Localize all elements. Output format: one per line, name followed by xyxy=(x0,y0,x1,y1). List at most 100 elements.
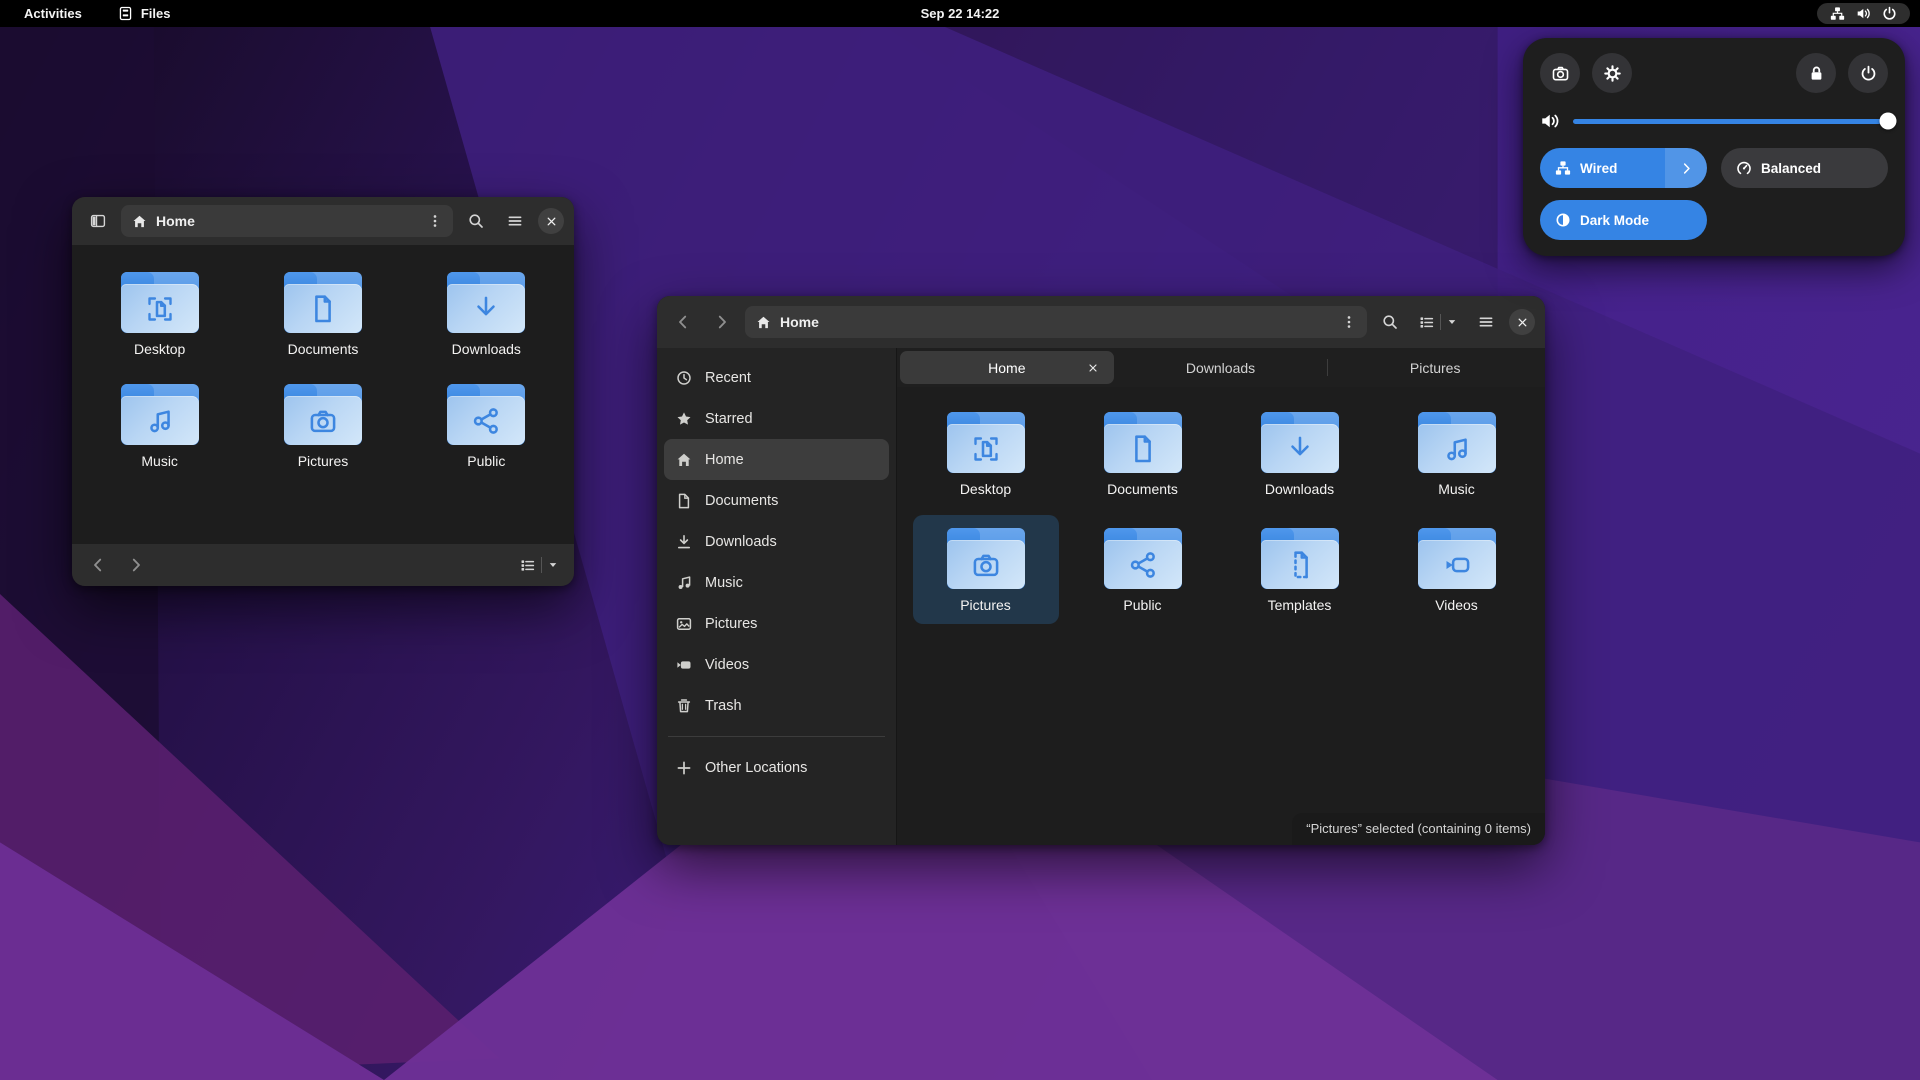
power-button[interactable] xyxy=(1848,53,1888,93)
sidebar-item-pictures[interactable]: Pictures xyxy=(664,603,889,644)
folder-item-music[interactable]: Music xyxy=(1384,399,1530,507)
documents-emblem-icon xyxy=(1125,431,1161,467)
sidebar-toggle-icon xyxy=(90,213,106,229)
sidebar-item-videos[interactable]: Videos xyxy=(664,644,889,685)
sidebar-item-home[interactable]: Home xyxy=(664,439,889,480)
back-button[interactable] xyxy=(82,549,114,581)
desktop-emblem-icon xyxy=(142,291,178,327)
music-emblem-icon xyxy=(1439,431,1475,467)
tab-home[interactable]: Home xyxy=(900,351,1114,384)
balanced-toggle[interactable]: Balanced xyxy=(1721,148,1888,188)
folder-item-documents[interactable]: Documents xyxy=(1070,399,1216,507)
folder-icon xyxy=(1260,528,1339,590)
folder-name: Music xyxy=(1438,481,1475,497)
large-close-button[interactable] xyxy=(1509,309,1535,335)
volume-knob[interactable] xyxy=(1879,112,1897,130)
pictures-emblem-icon xyxy=(968,547,1004,583)
folder-item-templates[interactable]: Templates xyxy=(1227,515,1373,623)
folder-item-desktop[interactable]: Desktop xyxy=(87,259,233,367)
chevron-left-icon xyxy=(675,314,691,330)
activities-button[interactable]: Activities xyxy=(10,4,96,23)
public-emblem-icon xyxy=(468,403,504,439)
expand-arrow[interactable] xyxy=(1665,148,1707,188)
app-menu-label: Files xyxy=(140,6,171,21)
settings-button[interactable] xyxy=(1592,53,1632,93)
music-note-icon xyxy=(676,575,692,591)
sidebar-item-trash[interactable]: Trash xyxy=(664,685,889,726)
network-icon xyxy=(1555,160,1571,176)
sidebar-toggle-button[interactable] xyxy=(82,205,114,237)
folder-item-pictures[interactable]: Pictures xyxy=(250,371,396,479)
large-window-titlebar[interactable]: Home xyxy=(657,296,1545,348)
forward-button[interactable] xyxy=(706,306,738,338)
sidebar-item-starred[interactable]: Starred xyxy=(664,398,889,439)
folder-item-music[interactable]: Music xyxy=(87,371,233,479)
screenshot-button[interactable] xyxy=(1540,53,1580,93)
recent-icon xyxy=(676,370,692,386)
power-icon xyxy=(1882,6,1897,21)
tab-close-button[interactable] xyxy=(1084,359,1102,377)
hamburger-icon xyxy=(1478,314,1494,330)
tab-bar: Home Downloads Pictures xyxy=(897,348,1545,387)
chevron-right-icon xyxy=(128,557,144,573)
kebab-menu-icon[interactable] xyxy=(428,214,442,228)
lock-button[interactable] xyxy=(1796,53,1836,93)
folder-item-pictures[interactable]: Pictures xyxy=(912,515,1059,624)
folder-icon xyxy=(1103,412,1182,473)
tab-pictures[interactable]: Pictures xyxy=(1328,351,1542,384)
quick-settings-panel: Wired Balanced Dark Mode xyxy=(1523,38,1905,256)
close-icon xyxy=(546,216,557,227)
folder-name: Desktop xyxy=(133,341,186,357)
close-icon xyxy=(1517,317,1528,328)
search-icon xyxy=(468,213,484,229)
kebab-menu-icon[interactable] xyxy=(1342,315,1356,329)
tab-downloads[interactable]: Downloads xyxy=(1114,351,1328,384)
folder-icon xyxy=(120,384,199,446)
wired-toggle[interactable]: Wired xyxy=(1540,148,1707,188)
dark-mode-toggle[interactable]: Dark Mode xyxy=(1540,200,1707,240)
folder-name: Downloads xyxy=(1264,481,1335,497)
sidebar-item-downloads[interactable]: Downloads xyxy=(664,521,889,562)
small-path-label: Home xyxy=(156,213,195,229)
large-path-bar[interactable]: Home xyxy=(745,306,1367,338)
folder-item-downloads[interactable]: Downloads xyxy=(413,259,559,367)
sidebar-separator xyxy=(668,736,885,737)
volume-track xyxy=(1573,118,1888,124)
small-main-menu-button[interactable] xyxy=(499,205,531,237)
folder-icon xyxy=(283,384,362,446)
large-main-menu-button[interactable] xyxy=(1470,306,1502,338)
folder-icon xyxy=(283,272,362,333)
list-view-icon xyxy=(520,558,535,573)
back-button[interactable] xyxy=(667,306,699,338)
large-search-button[interactable] xyxy=(1374,306,1406,338)
folder-item-public[interactable]: Public xyxy=(413,371,559,479)
close-icon xyxy=(1088,363,1098,373)
small-view-toggle-button[interactable] xyxy=(514,549,564,581)
sidebar-item-music[interactable]: Music xyxy=(664,562,889,603)
sidebar-item-recent[interactable]: Recent xyxy=(664,357,889,398)
folder-icon xyxy=(447,272,526,333)
speedometer-icon xyxy=(1736,160,1752,176)
folder-item-downloads[interactable]: Downloads xyxy=(1227,399,1373,507)
folder-item-documents[interactable]: Documents xyxy=(250,259,396,367)
search-icon xyxy=(1382,314,1398,330)
small-search-button[interactable] xyxy=(460,205,492,237)
clock[interactable]: Sep 22 14:22 xyxy=(907,4,1014,23)
chevron-right-icon xyxy=(1680,162,1693,175)
volume-slider[interactable] xyxy=(1573,112,1897,130)
folder-item-public[interactable]: Public xyxy=(1070,515,1216,623)
app-menu-button[interactable]: Files xyxy=(104,4,185,23)
small-path-bar[interactable]: Home xyxy=(121,205,453,237)
sidebar-item-label: Music xyxy=(705,574,743,591)
power-icon xyxy=(1860,65,1877,82)
toggle-label: Dark Mode xyxy=(1580,212,1650,228)
forward-button[interactable] xyxy=(120,549,152,581)
sidebar-item-documents[interactable]: Documents xyxy=(664,480,889,521)
system-tray[interactable] xyxy=(1817,3,1910,24)
large-view-toggle-button[interactable] xyxy=(1413,306,1463,338)
folder-item-videos[interactable]: Videos xyxy=(1384,515,1530,623)
folder-item-desktop[interactable]: Desktop xyxy=(913,399,1059,507)
small-window-titlebar[interactable]: Home xyxy=(72,197,574,245)
sidebar-item-other-locations[interactable]: Other Locations xyxy=(664,747,889,788)
small-close-button[interactable] xyxy=(538,208,564,234)
